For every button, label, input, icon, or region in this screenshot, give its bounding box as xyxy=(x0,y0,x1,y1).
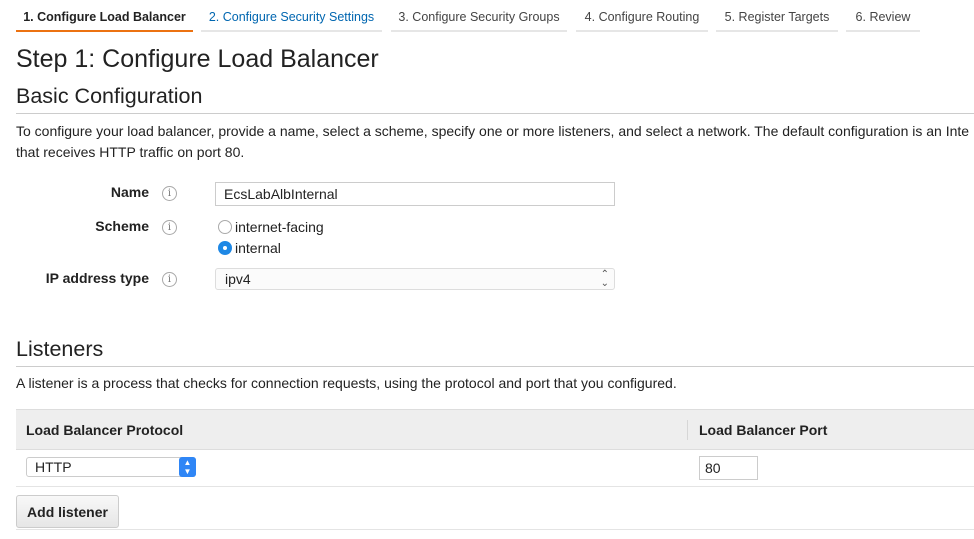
listeners-table-header: Load Balancer Protocol Load Balancer Por… xyxy=(16,409,974,450)
tab-register-targets[interactable]: 5. Register Targets xyxy=(716,0,838,32)
listeners-divider xyxy=(16,366,974,367)
basic-configuration-description-line-2: that receives HTTP traffic on port 80. xyxy=(16,144,245,160)
tab-configure-security-groups[interactable]: 3. Configure Security Groups xyxy=(391,0,567,32)
page-title: Step 1: Configure Load Balancer xyxy=(16,45,379,73)
ip-address-type-select[interactable]: ipv4 ⌃ ⌄ xyxy=(215,268,615,290)
basic-configuration-heading: Basic Configuration xyxy=(16,84,203,108)
name-label: Name xyxy=(110,184,149,200)
basic-configuration-divider xyxy=(16,113,974,114)
internet-facing-radio-label: internet-facing xyxy=(235,219,324,235)
name-input[interactable] xyxy=(215,182,615,206)
table-bottom-divider xyxy=(16,529,974,530)
ip-address-type-label: IP address type xyxy=(45,270,149,286)
internal-radio[interactable] xyxy=(218,241,232,255)
listeners-description: A listener is a process that checks for … xyxy=(16,375,677,391)
name-info-icon[interactable]: i xyxy=(162,186,177,201)
wizard-tabs: 1. Configure Load Balancer 2. Configure … xyxy=(0,0,974,32)
listeners-heading: Listeners xyxy=(16,337,104,361)
basic-configuration-description-line-1: To configure your load balancer, provide… xyxy=(16,123,970,139)
tab-review[interactable]: 6. Review xyxy=(846,0,920,32)
scheme-label: Scheme xyxy=(95,218,149,234)
load-balancer-wizard-page: 1. Configure Load Balancer 2. Configure … xyxy=(0,0,974,539)
listener-protocol-select[interactable]: HTTP ▲ ▼ xyxy=(26,457,196,477)
column-header-port: Load Balancer Port xyxy=(699,422,828,438)
listener-port-input[interactable] xyxy=(699,456,758,480)
table-row-divider xyxy=(16,486,974,487)
column-divider xyxy=(687,420,688,440)
tab-configure-security-settings[interactable]: 2. Configure Security Settings xyxy=(201,0,382,32)
listener-protocol-value: HTTP xyxy=(35,459,72,475)
internet-facing-radio[interactable] xyxy=(218,220,232,234)
tab-configure-routing[interactable]: 4. Configure Routing xyxy=(576,0,708,32)
tab-configure-load-balancer[interactable]: 1. Configure Load Balancer xyxy=(16,0,193,32)
ip-address-type-info-icon[interactable]: i xyxy=(162,272,177,287)
internal-radio-label: internal xyxy=(235,240,281,256)
select-arrows-icon: ⌃ ⌄ xyxy=(600,269,609,289)
scheme-info-icon[interactable]: i xyxy=(162,220,177,235)
ip-address-type-value: ipv4 xyxy=(225,271,251,287)
column-header-protocol: Load Balancer Protocol xyxy=(26,422,184,438)
add-listener-button[interactable]: Add listener xyxy=(16,495,119,528)
select-stepper-icon: ▲ ▼ xyxy=(179,457,196,477)
